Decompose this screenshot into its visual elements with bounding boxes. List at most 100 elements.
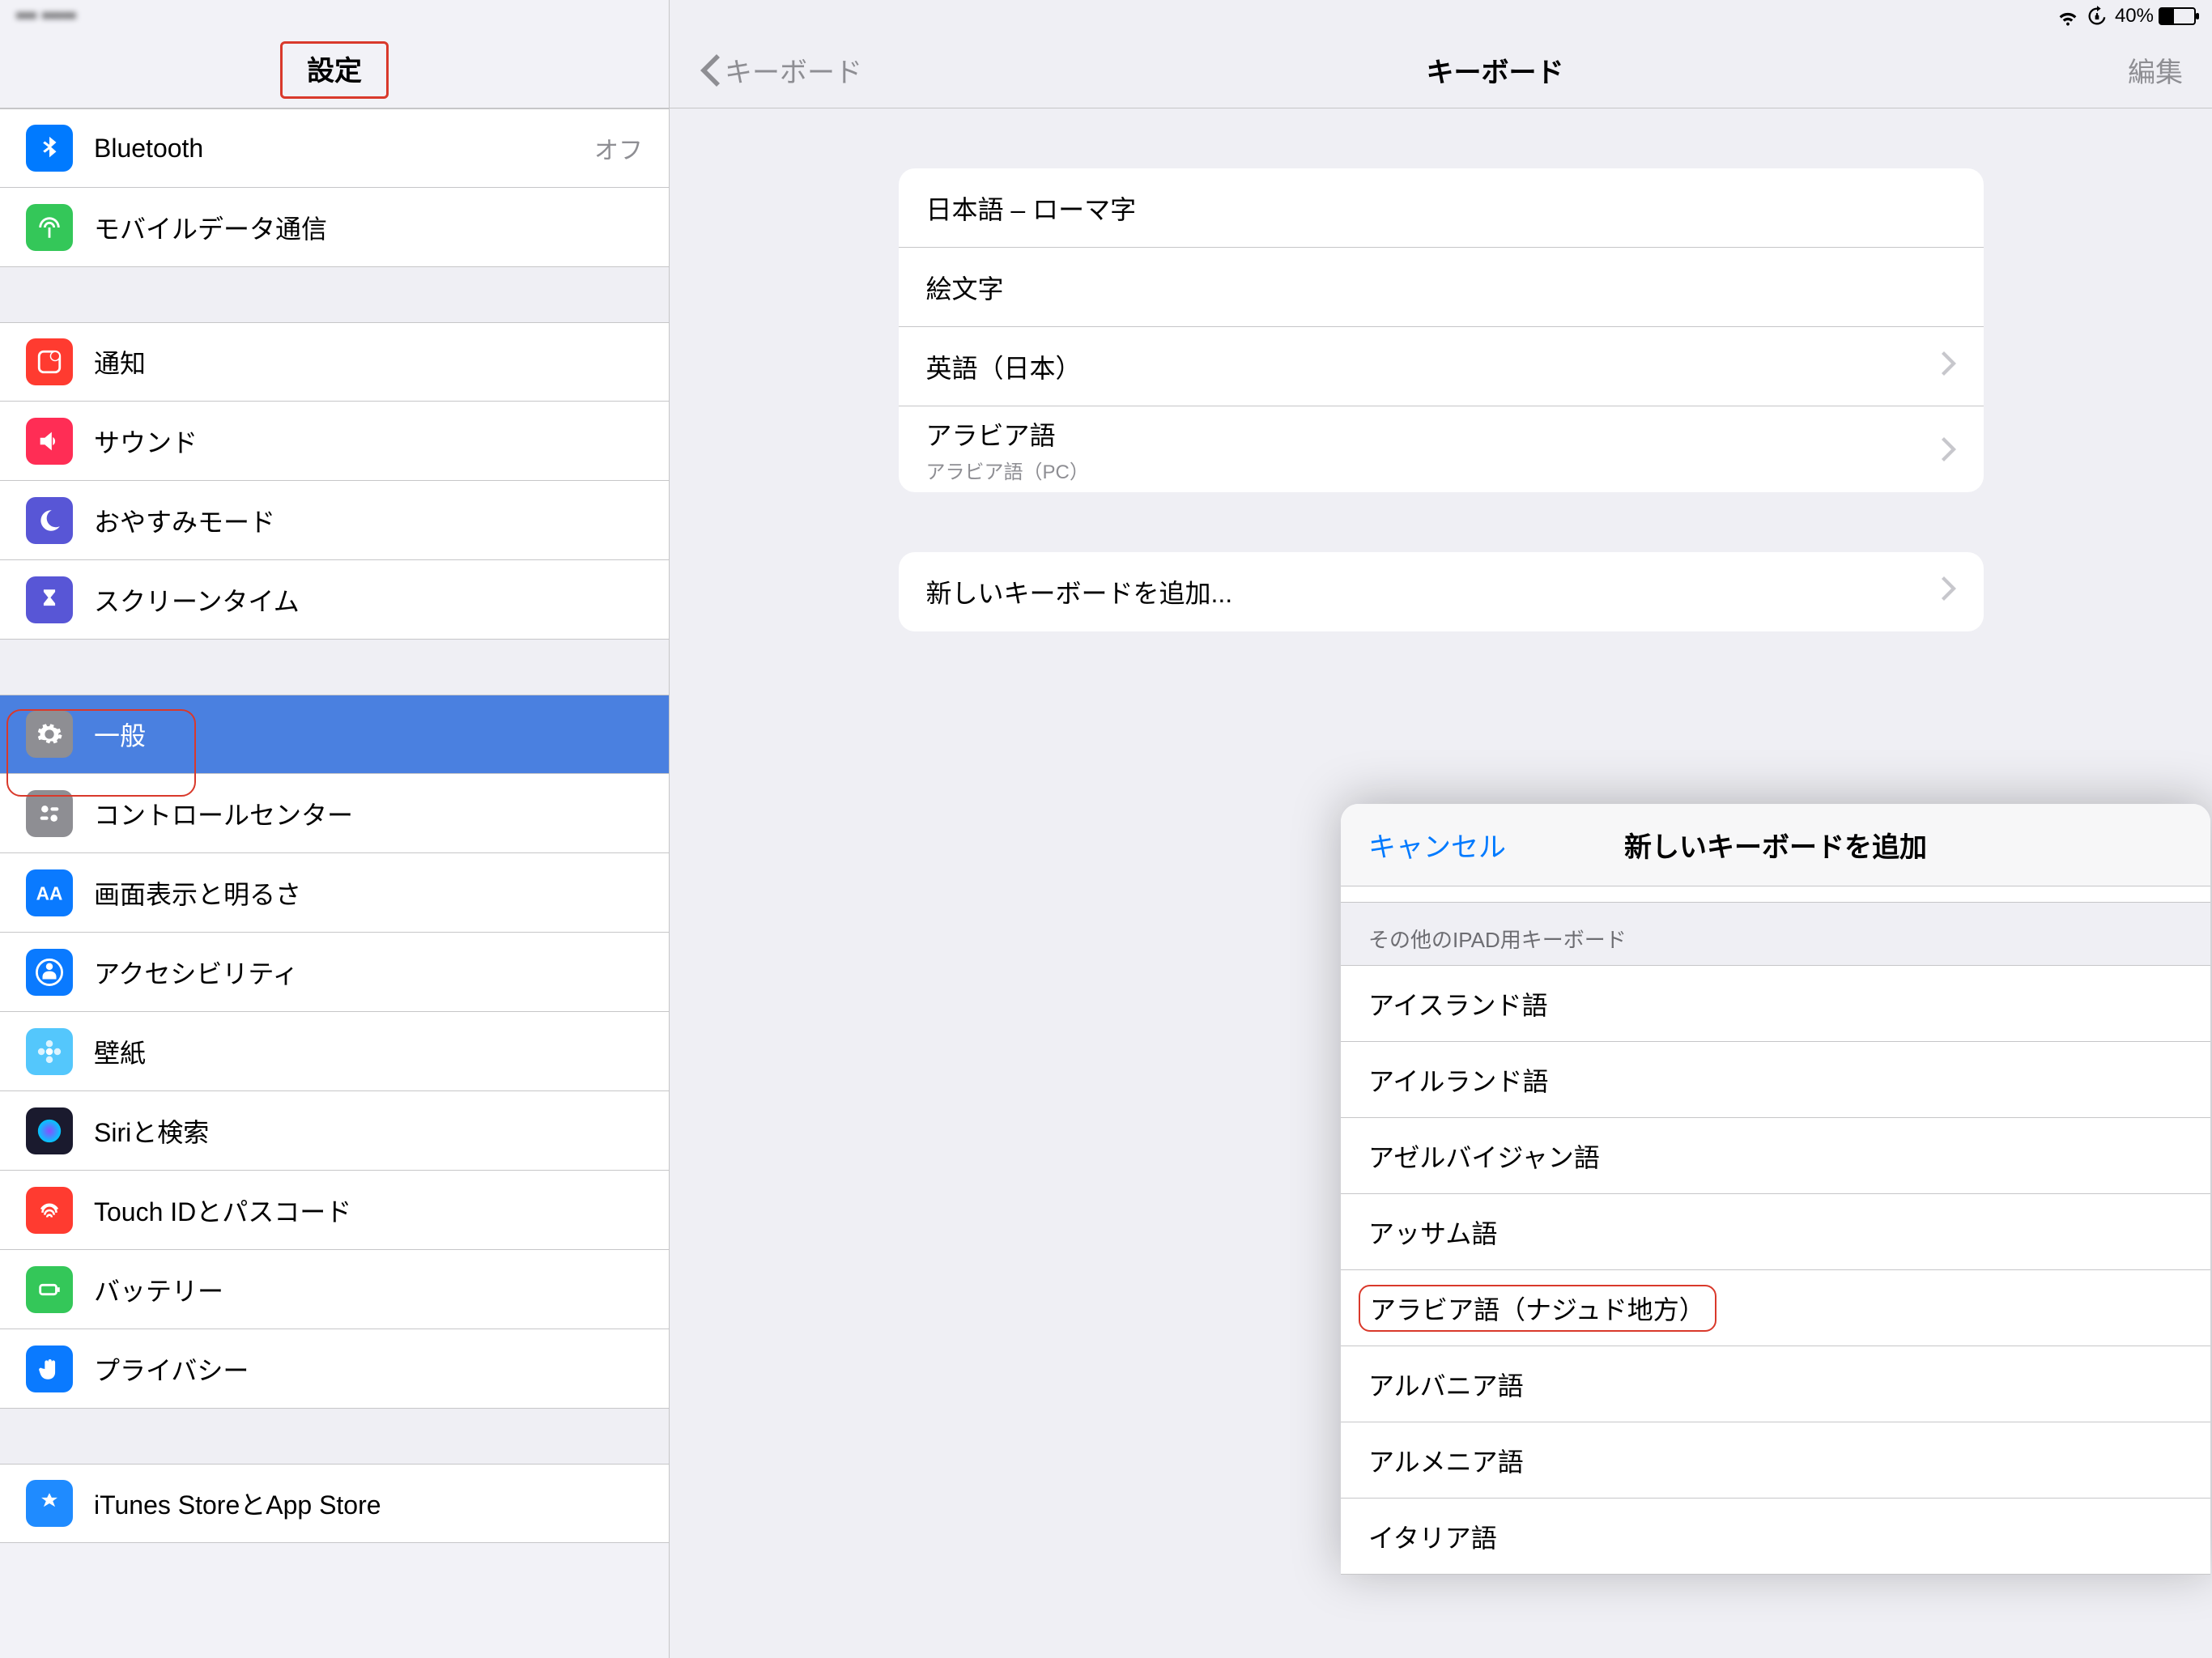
sidebar-item-label: iTunes StoreとApp Store <box>94 1485 381 1522</box>
hand-icon <box>26 1346 73 1392</box>
settings-sidebar: 設定 Bluetooth オフモバイルデータ通信 通知サウンドおやすみモードスクリ… <box>0 0 670 1658</box>
sidebar-item-label: 一般 <box>94 716 146 753</box>
sidebar-item-label: 壁紙 <box>94 1033 146 1070</box>
sidebar-item-hand[interactable]: プライバシー <box>0 1329 669 1409</box>
modal-title: 新しいキーボードを追加 <box>1624 825 1927 865</box>
add-keyboard-card: 新しいキーボードを追加... <box>899 552 1984 631</box>
keyboard-row[interactable]: 日本語 – ローマ字 <box>899 168 1984 248</box>
sidebar-item-label: サウンド <box>94 423 198 460</box>
sidebar-item-label: プライバシー <box>94 1350 249 1388</box>
switches-icon <box>26 790 73 837</box>
modal-section-header: その他のIPAD用キーボード <box>1341 903 2210 966</box>
sidebar-item-label: おやすみモード <box>94 502 275 539</box>
keyboard-option-label: イタリア語 <box>1368 1518 1497 1555</box>
keyboard-option-row[interactable]: アッサム語 <box>1341 1194 2210 1270</box>
back-button[interactable]: キーボード <box>699 50 862 90</box>
keyboard-option-row[interactable]: アイルランド語 <box>1341 1042 2210 1118</box>
sidebar-item-fingerprint[interactable]: Touch IDとパスコード <box>0 1171 669 1250</box>
keyboard-option-label: アイルランド語 <box>1368 1061 1548 1099</box>
sidebar-item-label: Siriと検索 <box>94 1112 209 1150</box>
keyboard-option-label: アラビア語（ナジュド地方） <box>1359 1285 1716 1332</box>
sidebar-item-siri[interactable]: Siriと検索 <box>0 1091 669 1171</box>
fingerprint-icon <box>26 1187 73 1234</box>
person-icon <box>26 949 73 996</box>
battery-percent: 40% <box>2115 5 2154 28</box>
sidebar-item-gear[interactable]: 一般 <box>0 695 669 774</box>
keyboard-option-row[interactable]: アゼルバイジャン語 <box>1341 1118 2210 1194</box>
keyboard-label: 日本語 – ローマ字 <box>926 189 1137 227</box>
aa-icon: AA <box>26 869 73 916</box>
back-label: キーボード <box>725 50 862 90</box>
sidebar-item-label: 通知 <box>94 343 146 380</box>
gear-icon <box>26 711 73 758</box>
sidebar-item-label: Touch IDとパスコード <box>94 1192 351 1229</box>
sidebar-item-label: 画面表示と明るさ <box>94 874 301 912</box>
sidebar-item-label: スクリーンタイム <box>94 581 300 619</box>
antenna-icon <box>26 204 73 251</box>
add-keyboard-label: 新しいキーボードを追加... <box>926 573 1233 610</box>
sidebar-header: 設定 <box>0 32 669 108</box>
keyboard-list: 日本語 – ローマ字絵文字英語（日本） アラビア語アラビア語（PC） <box>899 168 1984 492</box>
keyboard-row[interactable]: 絵文字 <box>899 248 1984 327</box>
keyboard-option-row[interactable]: アルメニア語 <box>1341 1422 2210 1499</box>
add-keyboard-modal: キャンセル 新しいキーボードを追加 その他のIPAD用キーボード アイスランド語… <box>1341 804 2210 1575</box>
rotation-lock-icon <box>2086 5 2108 28</box>
flower-icon <box>26 1028 73 1075</box>
sidebar-item-moon[interactable]: おやすみモード <box>0 481 669 560</box>
chevron-left-icon <box>699 54 721 87</box>
moon-icon <box>26 497 73 544</box>
battery-icon <box>26 1266 73 1313</box>
keyboard-sublabel: アラビア語（PC） <box>926 456 1089 484</box>
sidebar-item-appstore[interactable]: iTunes StoreとApp Store <box>0 1464 669 1543</box>
keyboard-label: アラビア語 <box>926 415 1056 453</box>
speaker-icon <box>26 418 73 465</box>
keyboard-row[interactable]: アラビア語アラビア語（PC） <box>899 406 1984 492</box>
sidebar-item-speaker[interactable]: サウンド <box>0 402 669 481</box>
settings-title: 設定 <box>280 41 389 99</box>
svg-text:AA: AA <box>36 882 63 903</box>
sidebar-item-label: コントロールセンター <box>94 795 353 832</box>
chevron-right-icon <box>1942 351 1956 382</box>
wifi-icon <box>2057 5 2079 28</box>
add-keyboard-row[interactable]: 新しいキーボードを追加... <box>899 552 1984 631</box>
sidebar-item-aa[interactable]: AA 画面表示と明るさ <box>0 853 669 933</box>
sidebar-item-label: Bluetooth <box>94 134 203 164</box>
status-bar: ••• ••••• 40% <box>0 0 2212 32</box>
status-icons: 40% <box>2057 5 2196 28</box>
keyboard-label: 絵文字 <box>926 269 1004 306</box>
siri-icon <box>26 1107 73 1154</box>
chevron-right-icon <box>1942 576 1956 607</box>
sidebar-item-flower[interactable]: 壁紙 <box>0 1012 669 1091</box>
keyboard-option-row[interactable]: アラビア語（ナジュド地方） <box>1341 1270 2210 1346</box>
keyboard-row[interactable]: 英語（日本） <box>899 327 1984 406</box>
sidebar-item-label: アクセシビリティ <box>94 954 298 991</box>
sidebar-item-value: オフ <box>594 130 643 166</box>
modal-header: キャンセル 新しいキーボードを追加 <box>1341 804 2210 886</box>
keyboard-option-row[interactable]: イタリア語 <box>1341 1499 2210 1575</box>
hourglass-icon <box>26 576 73 623</box>
main-title: キーボード <box>862 50 2128 90</box>
keyboard-label: 英語（日本） <box>926 348 1082 385</box>
sidebar-item-label: バッテリー <box>94 1271 223 1308</box>
edit-button[interactable]: 編集 <box>2128 50 2183 90</box>
sidebar-item-label: モバイルデータ通信 <box>94 209 327 246</box>
cancel-button[interactable]: キャンセル <box>1368 825 1506 865</box>
sidebar-item-battery[interactable]: バッテリー <box>0 1250 669 1329</box>
sidebar-item-hourglass[interactable]: スクリーンタイム <box>0 560 669 640</box>
keyboard-settings-main: キーボード キーボード 編集 日本語 – ローマ字絵文字英語（日本）アラビア語ア… <box>670 0 2212 1658</box>
keyboard-option-label: アルバニア語 <box>1368 1366 1524 1403</box>
bluetooth-icon <box>26 125 73 172</box>
keyboard-option-row[interactable]: アイスランド語 <box>1341 966 2210 1042</box>
keyboard-option-label: アイスランド語 <box>1368 985 1547 1022</box>
modal-backdrop: キャンセル 新しいキーボードを追加 その他のIPAD用キーボード アイスランド語… <box>1339 804 2212 1658</box>
keyboard-option-row[interactable]: アルバニア語 <box>1341 1346 2210 1422</box>
main-header: キーボード キーボード 編集 <box>670 32 2212 108</box>
keyboard-option-label: アゼルバイジャン語 <box>1368 1137 1600 1175</box>
sidebar-item-bluetooth[interactable]: Bluetooth オフ <box>0 108 669 188</box>
chevron-right-icon <box>1942 437 1956 468</box>
sidebar-item-notification[interactable]: 通知 <box>0 322 669 402</box>
sidebar-item-switches[interactable]: コントロールセンター <box>0 774 669 853</box>
battery-icon <box>2159 7 2196 25</box>
sidebar-item-person[interactable]: アクセシビリティ <box>0 933 669 1012</box>
sidebar-item-antenna[interactable]: モバイルデータ通信 <box>0 188 669 267</box>
